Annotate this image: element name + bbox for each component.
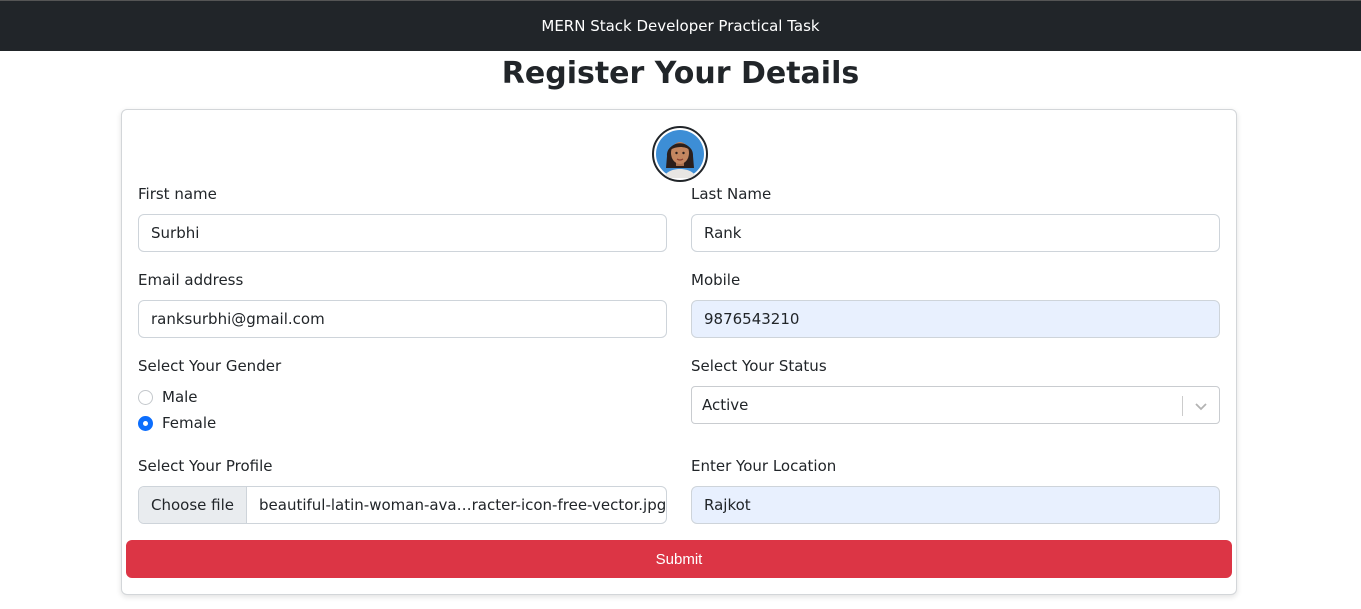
location-label: Enter Your Location [691, 457, 837, 475]
selected-file-name: beautiful-latin-woman-ava…racter-icon-fr… [259, 496, 666, 514]
last-name-value: Rank [704, 224, 742, 242]
submit-button[interactable]: Submit [126, 540, 1232, 578]
location-input[interactable]: Rajkot [691, 486, 1220, 524]
status-select[interactable]: Active [691, 386, 1220, 424]
status-label: Select Your Status [691, 357, 827, 375]
first-name-value: Surbhi [151, 224, 200, 242]
gender-label: Select Your Gender [138, 357, 282, 375]
navbar: MERN Stack Developer Practical Task [0, 0, 1361, 51]
page-title: Register Your Details [501, 56, 860, 91]
mobile-label: Mobile [691, 271, 741, 289]
email-value: ranksurbhi@gmail.com [151, 310, 325, 328]
female-label: Female [162, 414, 217, 432]
select-separator [1182, 396, 1183, 416]
last-name-label: Last Name [691, 185, 772, 203]
gender-option-male[interactable]: Male [138, 388, 198, 406]
woman-avatar-icon [652, 126, 708, 182]
location-value: Rajkot [704, 496, 751, 514]
first-name-label: First name [138, 185, 217, 203]
register-form-card: First name Surbhi Last Name Rank Email a… [121, 109, 1237, 595]
status-value: Active [702, 396, 749, 414]
email-input[interactable]: ranksurbhi@gmail.com [138, 300, 667, 338]
profile-file-input[interactable]: Choose file beautiful-latin-woman-ava…ra… [138, 486, 667, 524]
female-radio[interactable] [138, 415, 153, 431]
profile-label: Select Your Profile [138, 457, 273, 475]
first-name-input[interactable]: Surbhi [138, 214, 667, 252]
last-name-input[interactable]: Rank [691, 214, 1220, 252]
choose-file-button[interactable]: Choose file [139, 487, 247, 523]
mobile-value: 9876543210 [704, 310, 800, 328]
navbar-brand[interactable]: MERN Stack Developer Practical Task [541, 17, 819, 35]
male-label: Male [162, 388, 198, 406]
email-label: Email address [138, 271, 244, 289]
chevron-down-icon[interactable] [1193, 398, 1209, 414]
gender-option-female[interactable]: Female [138, 414, 216, 432]
mobile-input[interactable]: 9876543210 [691, 300, 1220, 338]
male-radio[interactable] [138, 389, 153, 405]
